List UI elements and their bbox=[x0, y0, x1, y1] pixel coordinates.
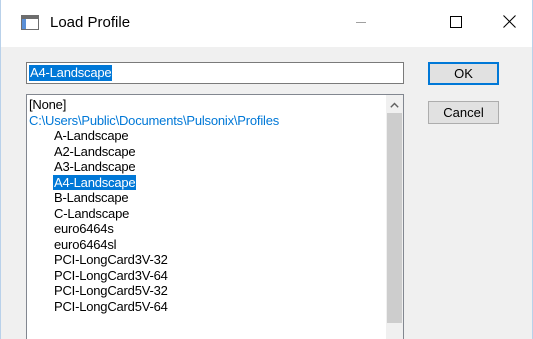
cancel-button[interactable]: Cancel bbox=[428, 101, 499, 124]
load-profile-dialog: Load Profile A4-Landscape [None] C:\User… bbox=[0, 0, 533, 339]
list-item-none[interactable]: [None] bbox=[28, 97, 378, 113]
list-item-profiles-folder[interactable]: C:\Users\Public\Documents\Pulsonix\Profi… bbox=[28, 113, 378, 129]
dialog-window-icon bbox=[21, 15, 39, 30]
list-item[interactable]: C-Landscape bbox=[28, 206, 378, 222]
list-item[interactable]: PCI-LongCard5V-64 bbox=[28, 299, 378, 315]
close-icon bbox=[502, 14, 516, 33]
close-button[interactable] bbox=[486, 0, 532, 47]
list-item-selected[interactable]: A4-Landscape bbox=[28, 174, 378, 191]
list-item[interactable]: A2-Landscape bbox=[28, 144, 378, 160]
minimize-icon bbox=[355, 15, 367, 33]
profile-name-input[interactable]: A4-Landscape bbox=[26, 62, 404, 84]
scroll-up-button[interactable] bbox=[386, 95, 403, 112]
list-item[interactable]: PCI-LongCard3V-64 bbox=[28, 268, 378, 284]
list-scrollbar[interactable] bbox=[386, 95, 403, 339]
list-item[interactable]: A3-Landscape bbox=[28, 159, 378, 175]
profile-list: [None] C:\Users\Public\Documents\Pulsoni… bbox=[28, 97, 378, 314]
scroll-thumb[interactable] bbox=[387, 113, 402, 323]
chevron-up-icon bbox=[390, 95, 399, 113]
ok-button[interactable]: OK bbox=[428, 62, 499, 85]
maximize-icon bbox=[450, 15, 462, 33]
window-title: Load Profile bbox=[50, 14, 131, 31]
minimize-button[interactable] bbox=[338, 0, 384, 47]
title-bar[interactable]: Load Profile bbox=[1, 0, 532, 47]
list-item[interactable]: PCI-LongCard5V-32 bbox=[28, 283, 378, 299]
list-item[interactable]: PCI-LongCard3V-32 bbox=[28, 252, 378, 268]
maximize-button[interactable] bbox=[433, 0, 479, 47]
profile-name-value: A4-Landscape bbox=[29, 65, 113, 81]
list-item[interactable]: euro6464sl bbox=[28, 237, 378, 253]
list-item[interactable]: euro6464s bbox=[28, 221, 378, 237]
list-item[interactable]: A-Landscape bbox=[28, 128, 378, 144]
profile-listbox[interactable]: [None] C:\Users\Public\Documents\Pulsoni… bbox=[26, 94, 404, 339]
list-item[interactable]: B-Landscape bbox=[28, 190, 378, 206]
